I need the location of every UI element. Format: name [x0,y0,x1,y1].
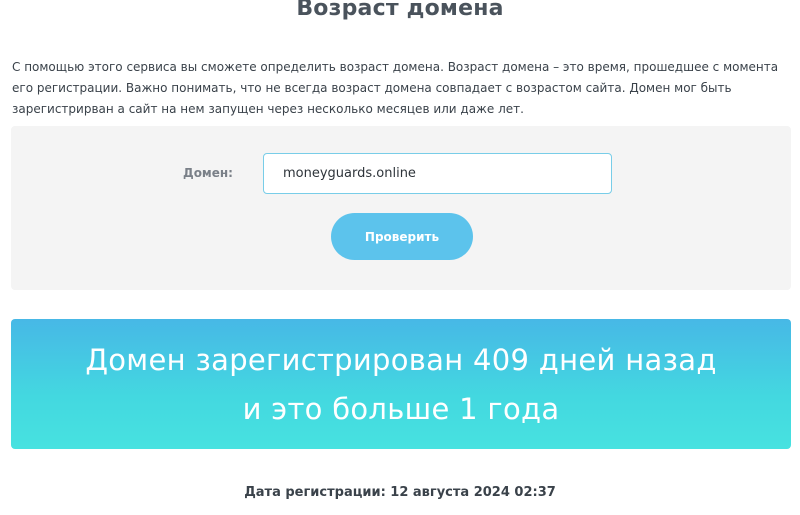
service-description: С помощью этого сервиса вы сможете опред… [12,60,779,116]
domain-input[interactable] [263,153,612,194]
result-banner: Домен зарегистрирован 409 дней назад и э… [11,319,791,449]
page-title: Возраст домена [296,0,504,21]
result-age-text: Домен зарегистрирован 409 дней назад [85,343,717,377]
registration-date: Дата регистрации: 12 августа 2024 02:37 [244,485,556,500]
page: Возраст домена С помощью этого сервиса в… [0,0,800,515]
check-button[interactable]: Проверить [331,213,473,260]
result-summary-text: и это больше 1 года [242,392,560,426]
domain-check-form: Домен: Проверить [11,126,791,290]
domain-label: Домен: [183,166,233,180]
